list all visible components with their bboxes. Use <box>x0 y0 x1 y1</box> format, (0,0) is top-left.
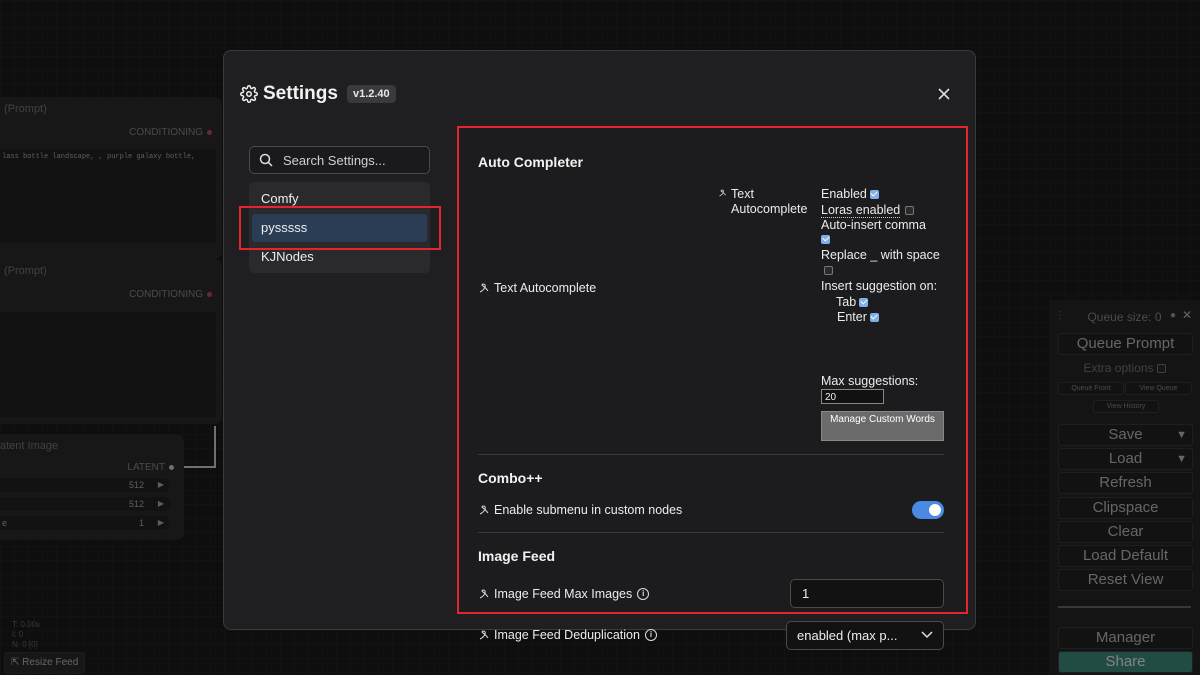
gear-icon <box>240 85 258 103</box>
settings-dialog: Settings v1.2.40 Comfy pysssss KJNodes A… <box>223 50 976 650</box>
search-icon <box>259 153 273 167</box>
panel-highlight-box <box>457 126 968 614</box>
dialog-header: Settings v1.2.40 <box>240 83 396 105</box>
python-snake-icon <box>479 630 489 640</box>
version-badge: v1.2.40 <box>346 85 396 103</box>
setting-label: Image Feed Deduplication i <box>478 628 657 642</box>
select-value: enabled (max p... <box>797 628 898 643</box>
deduplication-select[interactable]: enabled (max p... <box>786 621 944 650</box>
search-input[interactable] <box>281 151 425 169</box>
setting-label-text: Image Feed Deduplication <box>494 628 640 642</box>
search-field[interactable] <box>249 146 430 174</box>
info-icon[interactable]: i <box>644 629 657 641</box>
category-highlight-box <box>239 206 441 250</box>
chevron-down-icon <box>921 631 933 639</box>
close-icon[interactable] <box>937 87 951 101</box>
dialog-title: Settings <box>263 83 338 104</box>
